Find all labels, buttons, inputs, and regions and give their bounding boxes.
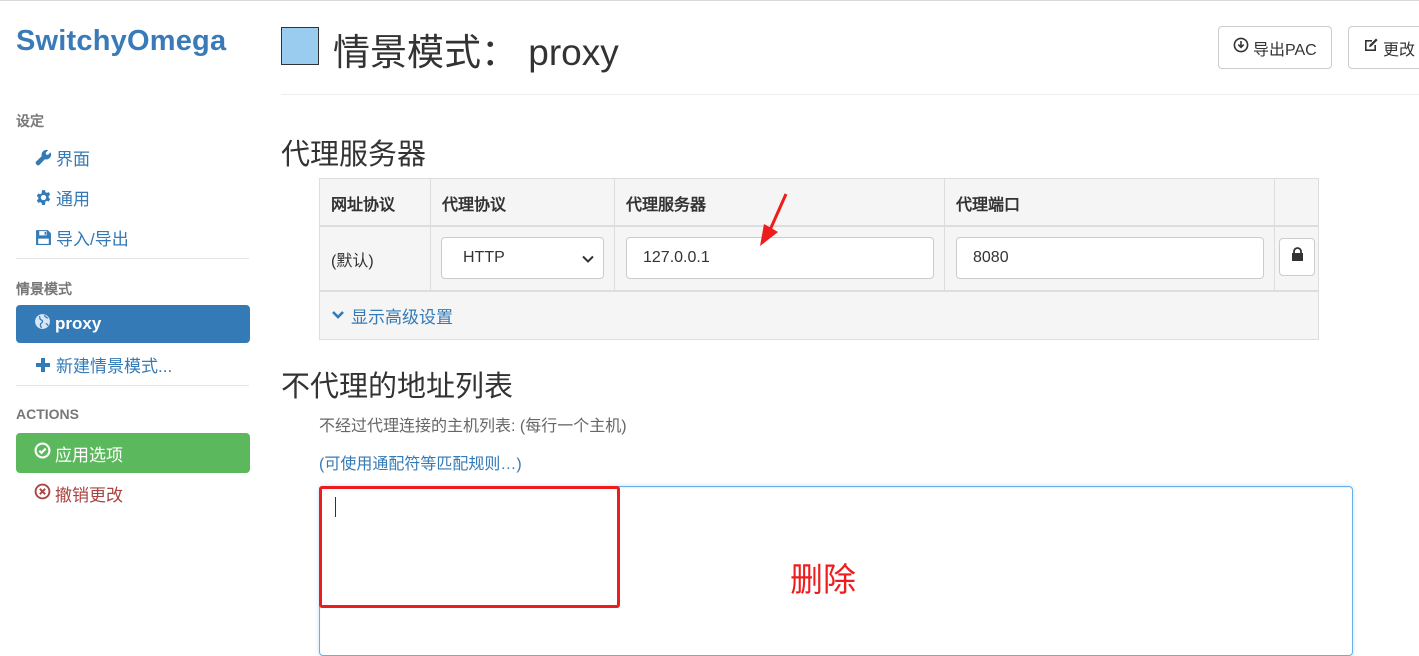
new-profile-link[interactable]: 新建情景模式... <box>34 352 172 377</box>
rename-profile-button[interactable]: 更改 <box>1348 26 1419 69</box>
revert-changes-link[interactable]: 撤销更改 <box>34 481 123 506</box>
sidebar: SwitchyOmega 设定 界面 通用 导入/导出 情景模式 proxy 新… <box>0 0 265 647</box>
annotation-delete-label: 删除 <box>790 561 856 598</box>
bypass-help-text: 不经过代理连接的主机列表: (每行一个主机) <box>319 418 627 435</box>
table-row-rule <box>320 290 1318 292</box>
bypass-list-title: 不代理的地址列表 <box>281 371 514 403</box>
wildcard-rules-link[interactable]: (可使用通配符等匹配规则…) <box>319 450 522 474</box>
brand-logo: SwitchyOmega <box>16 25 227 57</box>
column-header-protocol: 代理协议 <box>431 179 615 226</box>
show-advanced-link[interactable]: 显示高级设置 <box>331 303 453 328</box>
divider <box>16 258 249 259</box>
apply-options-label: 应用选项 <box>55 445 123 465</box>
profile-color-swatch[interactable] <box>281 27 319 65</box>
actions-header: ACTIONS <box>16 406 79 422</box>
column-header-scheme: 网址协议 <box>320 179 431 226</box>
rename-label: 更改 <box>1383 41 1416 59</box>
settings-header: 设定 <box>16 113 44 129</box>
sidebar-item-label: 导入/导出 <box>56 230 129 249</box>
show-advanced-label: 显示高级设置 <box>351 308 453 327</box>
page-title: 情景模式： proxy <box>333 32 619 73</box>
profiles-header: 情景模式 <box>16 281 72 297</box>
proxy-protocol-value: HTTP <box>463 249 505 266</box>
proxy-servers-table: 网址协议 代理协议 代理服务器 代理端口 (默认) HTTP 127.0.0.1… <box>319 178 1319 340</box>
sidebar-item-label: 通用 <box>56 190 90 209</box>
scheme-default-label: (默认) <box>331 253 374 270</box>
sidebar-item-general[interactable]: 通用 <box>34 185 90 210</box>
export-pac-label: 导出PAC <box>1253 41 1317 59</box>
lock-icon <box>1291 247 1304 267</box>
plus-icon <box>34 356 52 374</box>
proxy-servers-title: 代理服务器 <box>281 139 427 171</box>
proxy-port-input[interactable]: 8080 <box>956 237 1264 279</box>
sidebar-item-label: 界面 <box>56 150 90 169</box>
annotation-arrow <box>760 193 788 246</box>
sidebar-item-import-export[interactable]: 导入/导出 <box>34 225 129 250</box>
check-circle-icon <box>34 442 51 464</box>
proxy-protocol-select[interactable]: HTTP <box>441 237 604 279</box>
column-header-port: 代理端口 <box>945 179 1275 226</box>
edit-icon <box>1363 37 1379 58</box>
apply-options-button[interactable]: 应用选项 <box>16 433 250 473</box>
sidebar-item-label: 新建情景模式... <box>56 357 173 376</box>
wrench-icon <box>34 149 52 167</box>
x-circle-icon <box>34 483 51 505</box>
globe-icon <box>34 313 51 335</box>
gear-icon <box>34 189 52 207</box>
divider <box>16 385 249 386</box>
annotation-highlight-box <box>319 486 620 608</box>
header-divider <box>281 94 1419 95</box>
chevron-down-icon <box>581 252 595 270</box>
sidebar-item-proxy[interactable]: proxy <box>16 305 250 343</box>
export-pac-button[interactable]: 导出PAC <box>1218 26 1332 69</box>
auth-lock-button[interactable] <box>1279 238 1315 276</box>
revert-changes-label: 撤销更改 <box>55 486 123 505</box>
floppy-icon <box>34 229 52 247</box>
download-icon <box>1233 37 1249 58</box>
sidebar-item-interface[interactable]: 界面 <box>34 145 90 170</box>
sidebar-item-label: proxy <box>55 314 102 333</box>
chevron-down-icon <box>331 306 345 326</box>
